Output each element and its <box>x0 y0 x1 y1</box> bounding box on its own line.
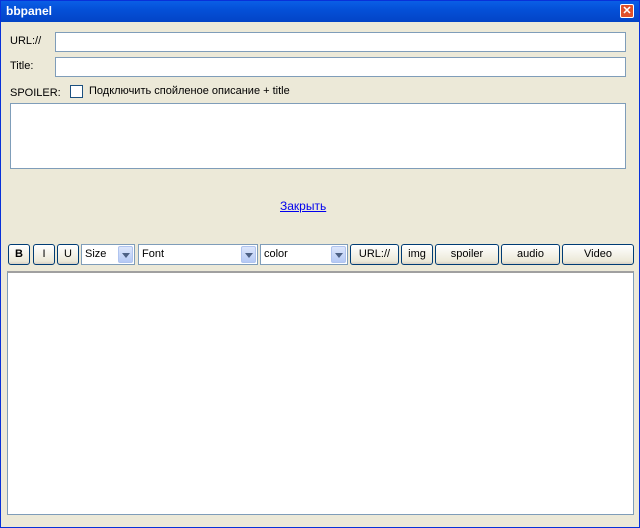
bbpanel-window: bbpanel ✕ URL:// Title: SPOILER: Подключ… <box>0 0 640 528</box>
color-select-value: color <box>264 248 288 260</box>
size-select[interactable]: Size <box>81 244 135 265</box>
spoiler-textarea[interactable] <box>10 103 626 169</box>
url-button[interactable]: URL:// <box>350 244 399 265</box>
title-bar[interactable]: bbpanel ✕ <box>1 1 639 22</box>
chevron-down-icon[interactable] <box>118 246 133 263</box>
spoiler-label: SPOILER: <box>10 87 61 99</box>
chevron-down-icon[interactable] <box>331 246 346 263</box>
spoiler-button[interactable]: spoiler <box>435 244 499 265</box>
close-link[interactable]: Закрыть <box>280 199 326 213</box>
bold-button[interactable]: B <box>8 244 30 265</box>
spoiler-checkbox-label: Подключить спойленое описание + title <box>89 85 290 97</box>
size-select-value: Size <box>85 248 107 260</box>
video-button[interactable]: Video <box>562 244 634 265</box>
font-select[interactable]: Font <box>138 244 258 265</box>
close-icon[interactable]: ✕ <box>620 4 634 18</box>
img-button[interactable]: img <box>401 244 433 265</box>
url-input[interactable] <box>55 32 626 52</box>
underline-button[interactable]: U <box>57 244 79 265</box>
color-select[interactable]: color <box>260 244 348 265</box>
editor-area[interactable] <box>7 271 634 515</box>
chevron-down-icon[interactable] <box>241 246 256 263</box>
title-label: Title: <box>10 60 34 72</box>
audio-button[interactable]: audio <box>501 244 560 265</box>
font-select-value: Font <box>142 248 165 260</box>
italic-button[interactable]: I <box>33 244 55 265</box>
title-input[interactable] <box>55 57 626 77</box>
spoiler-checkbox[interactable] <box>70 85 83 98</box>
window-title: bbpanel <box>6 4 53 18</box>
url-label: URL:// <box>10 35 42 47</box>
